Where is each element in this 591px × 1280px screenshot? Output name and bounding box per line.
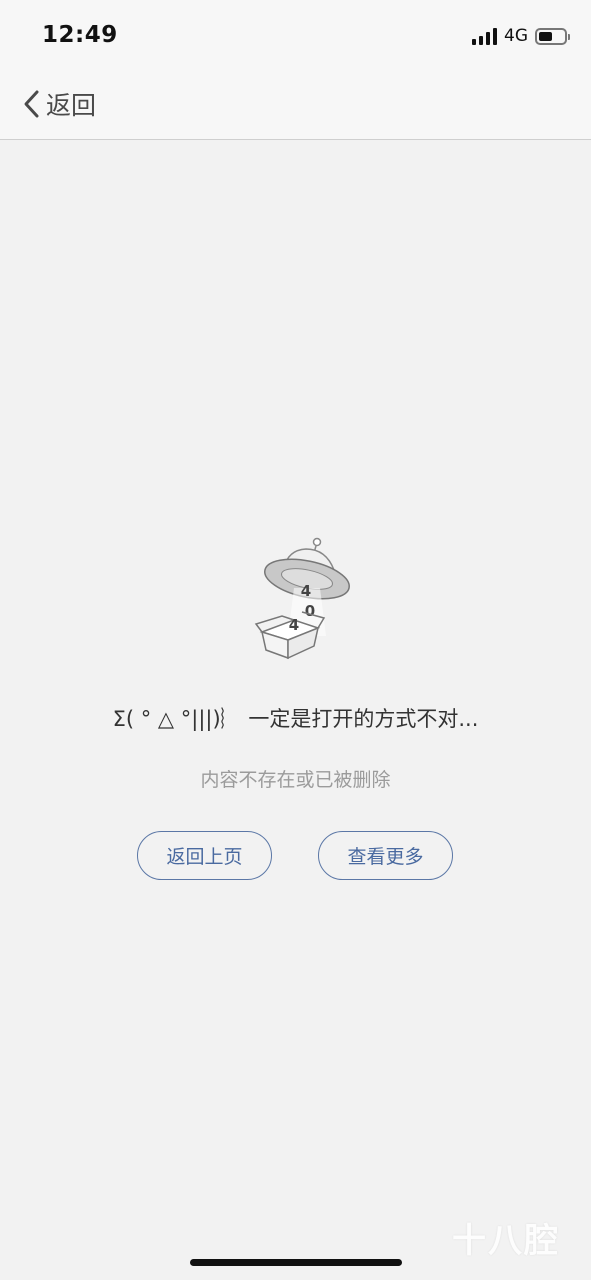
status-bar: 12:49 4G (0, 0, 591, 70)
ufo-404-icon: 4 0 4 (254, 537, 350, 660)
watermark: 十八腔 (452, 1221, 560, 1261)
back-label: 返回 (46, 91, 97, 120)
error-subtitle: 内容不存在或已被删除 (200, 769, 391, 791)
digit-bottom: 4 (289, 616, 299, 634)
network-type: 4G (504, 26, 528, 46)
home-indicator[interactable] (190, 1259, 402, 1266)
status-time: 12:49 (42, 22, 118, 48)
battery-icon (535, 27, 570, 45)
signal-icon (472, 27, 497, 45)
back-button[interactable]: 返回 (22, 86, 96, 122)
error-title: Σ( ° △ °|||)︴ 一定是打开的方式不对... (112, 707, 479, 731)
view-more-button[interactable]: 查看更多 (318, 831, 453, 880)
chevron-left-icon (24, 90, 39, 118)
nav-bar: 返回 (0, 70, 591, 140)
status-indicators: 4G (472, 24, 570, 48)
back-previous-button[interactable]: 返回上页 (137, 831, 272, 880)
digit-top: 4 (301, 582, 311, 600)
battery-level (539, 31, 552, 41)
digit-middle: 0 (305, 602, 315, 620)
